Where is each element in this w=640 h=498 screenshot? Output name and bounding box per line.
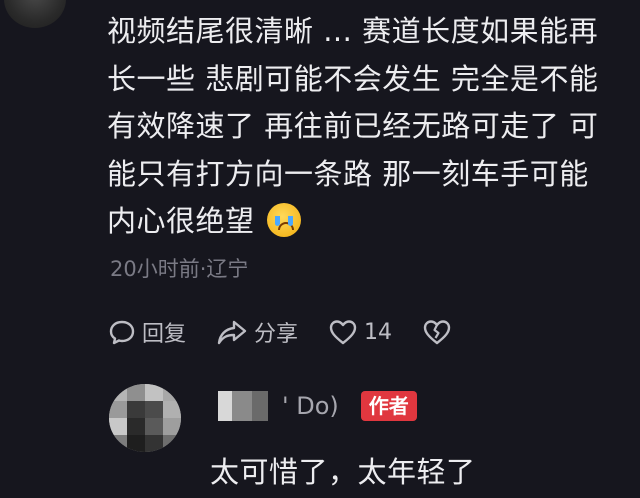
heart-icon: [329, 320, 357, 345]
name-mosaic: [218, 391, 232, 421]
comment-meta: 20小时前·辽宁: [110, 257, 249, 281]
broken-heart-icon: [423, 320, 451, 345]
reply-button[interactable]: 回复: [108, 316, 186, 348]
comment-actions: 回复 分享 14: [108, 314, 488, 350]
reply-author-name: ' Do): [282, 392, 339, 420]
share-label: 分享: [254, 322, 299, 347]
comment-body: 视频结尾很清晰 ... 赛道长度如果能再 长一些 悲剧可能不会发生 完全是不能 …: [107, 8, 627, 246]
reply-label: 回复: [142, 322, 187, 347]
name-mosaic: [252, 391, 268, 421]
author-badge: 作者: [360, 391, 417, 421]
comment-line: 视频结尾很清晰 ... 赛道长度如果能再: [107, 14, 599, 48]
name-mosaic: [232, 391, 252, 421]
comment-line-last: 内心很绝望: [107, 198, 627, 246]
reply-bubble-icon: [109, 320, 135, 345]
share-button[interactable]: 分享: [216, 316, 298, 348]
reply-author[interactable]: ' Do) 作者: [218, 391, 417, 421]
like-count: 14: [364, 319, 393, 345]
comment-line: 长一些 悲剧可能不会发生 完全是不能: [107, 61, 599, 96]
comment-line: 能只有打方向一条路 那一刻车手可能: [107, 156, 589, 191]
crying-face-emoji-icon: [266, 203, 301, 237]
reply-avatar[interactable]: [109, 384, 181, 452]
commenter-avatar[interactable]: [4, 0, 66, 28]
dislike-button[interactable]: [422, 318, 458, 346]
share-arrow-icon: [217, 320, 247, 345]
reply-body: 太可惜了，太年轻了: [210, 455, 476, 489]
like-button[interactable]: 14: [328, 318, 392, 346]
comment-line: 有效降速了 再往前已经无路可走了 可: [107, 109, 599, 143]
